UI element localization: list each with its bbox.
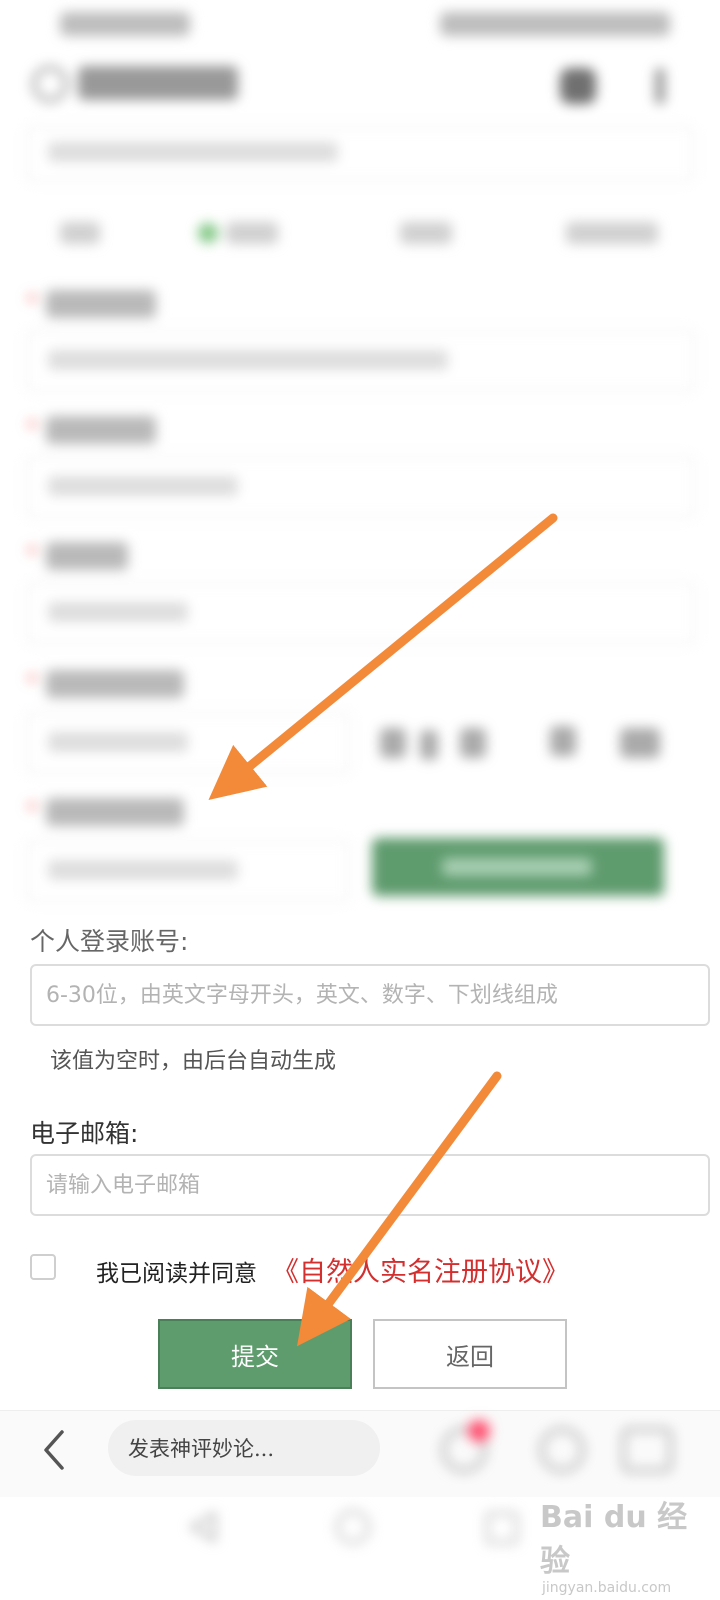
blurred-label-phone [46, 542, 128, 570]
captcha-image[interactable] [370, 716, 690, 768]
watermark-url: jingyan.baidu.com [542, 1580, 672, 1596]
login-account-field[interactable] [30, 964, 710, 1026]
blurred-label-confirm [46, 416, 156, 444]
agreement-link[interactable]: 《自然人实名注册协议》 [272, 1250, 569, 1289]
baidu-jingyan-watermark: Bai du 经验 jingyan.baidu.com [540, 1492, 710, 1596]
required-marker [28, 802, 36, 810]
agreement-text: 我已阅读并同意 [96, 1261, 257, 1287]
blurred-input-password[interactable] [26, 330, 696, 392]
get-sms-code-button[interactable] [372, 838, 664, 896]
status-right-icons [440, 12, 670, 36]
back-chevron-icon[interactable] [40, 1428, 76, 1472]
back-button[interactable]: 返回 [373, 1319, 567, 1389]
notification-badge [468, 1420, 490, 1442]
status-left-icons [60, 12, 190, 36]
tab-step-4 [566, 222, 658, 244]
tab-step-3 [400, 222, 452, 244]
login-account-input[interactable] [32, 966, 708, 1024]
blurred-input-phone[interactable] [26, 582, 696, 644]
favorite-icon[interactable] [540, 1428, 584, 1472]
watermark-brand: Bai du 经验 [540, 1500, 688, 1579]
blurred-label-sms [46, 798, 184, 826]
active-step-dot-icon [198, 223, 218, 243]
blurred-label-password [46, 290, 156, 318]
required-marker [28, 674, 36, 682]
share-icon[interactable] [622, 1428, 672, 1472]
blurred-label-captcha [46, 670, 184, 698]
blurred-input-confirm[interactable] [26, 456, 696, 518]
email-field[interactable] [30, 1154, 710, 1216]
email-input[interactable] [32, 1156, 708, 1214]
step-tabs [40, 218, 690, 250]
app-title [78, 66, 238, 100]
submit-button[interactable]: 提交 [158, 1319, 352, 1389]
status-bar [0, 0, 720, 50]
nav-recents-icon[interactable] [486, 1512, 518, 1544]
notice-bar [26, 126, 694, 182]
agreement-checkbox[interactable] [30, 1254, 56, 1280]
account-icon[interactable] [560, 68, 596, 104]
site-logo-icon [32, 66, 68, 102]
nav-back-icon[interactable] [186, 1510, 220, 1544]
login-account-hint: 该值为空时，由后台自动生成 [50, 1049, 337, 1074]
required-marker [28, 546, 36, 554]
blurred-input-captcha[interactable] [26, 712, 350, 774]
app-bar [0, 50, 720, 120]
comment-input[interactable]: 发表神评妙论... [108, 1420, 380, 1476]
tab-step-2 [226, 222, 278, 244]
required-marker [28, 294, 36, 302]
email-label: 电子邮箱: [30, 1119, 139, 1148]
blurred-input-sms[interactable] [26, 840, 350, 902]
tab-step-1 [60, 222, 100, 244]
required-marker [28, 420, 36, 428]
more-menu-icon[interactable] [655, 68, 665, 104]
nav-home-icon[interactable] [336, 1510, 370, 1544]
login-account-label: 个人登录账号: [30, 927, 189, 956]
